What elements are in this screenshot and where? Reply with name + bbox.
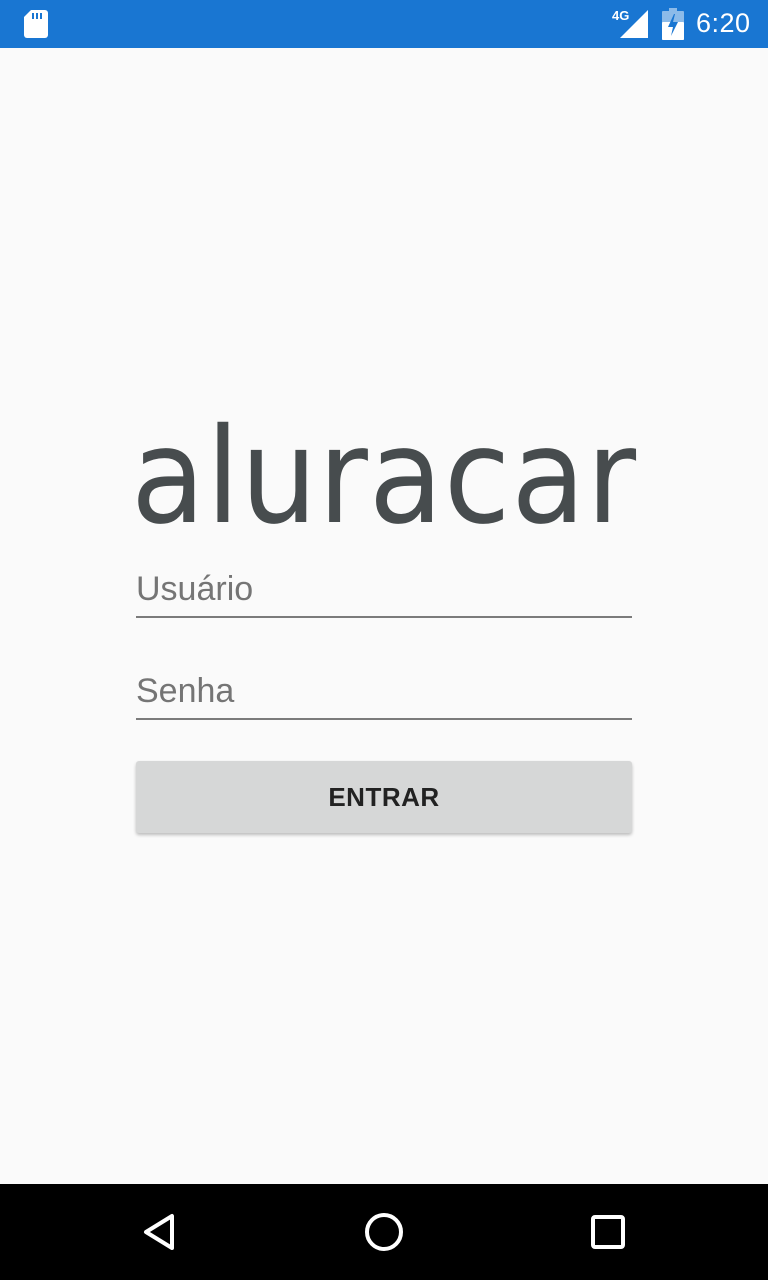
sd-card-icon	[24, 10, 48, 38]
signal-icon	[620, 10, 648, 38]
password-input[interactable]	[136, 664, 632, 720]
login-button[interactable]: ENTRAR	[136, 761, 632, 833]
clock: 6:20	[696, 8, 751, 38]
username-input[interactable]	[136, 562, 632, 618]
status-bar: 4G 6:20	[0, 0, 768, 48]
navigation-bar	[0, 1184, 768, 1280]
back-icon[interactable]	[136, 1208, 184, 1256]
recents-icon[interactable]	[584, 1208, 632, 1256]
home-icon[interactable]	[360, 1208, 408, 1256]
app-logo: aluracar	[131, 400, 637, 530]
svg-text:aluracar: aluracar	[131, 400, 637, 530]
battery-icon	[662, 8, 684, 40]
